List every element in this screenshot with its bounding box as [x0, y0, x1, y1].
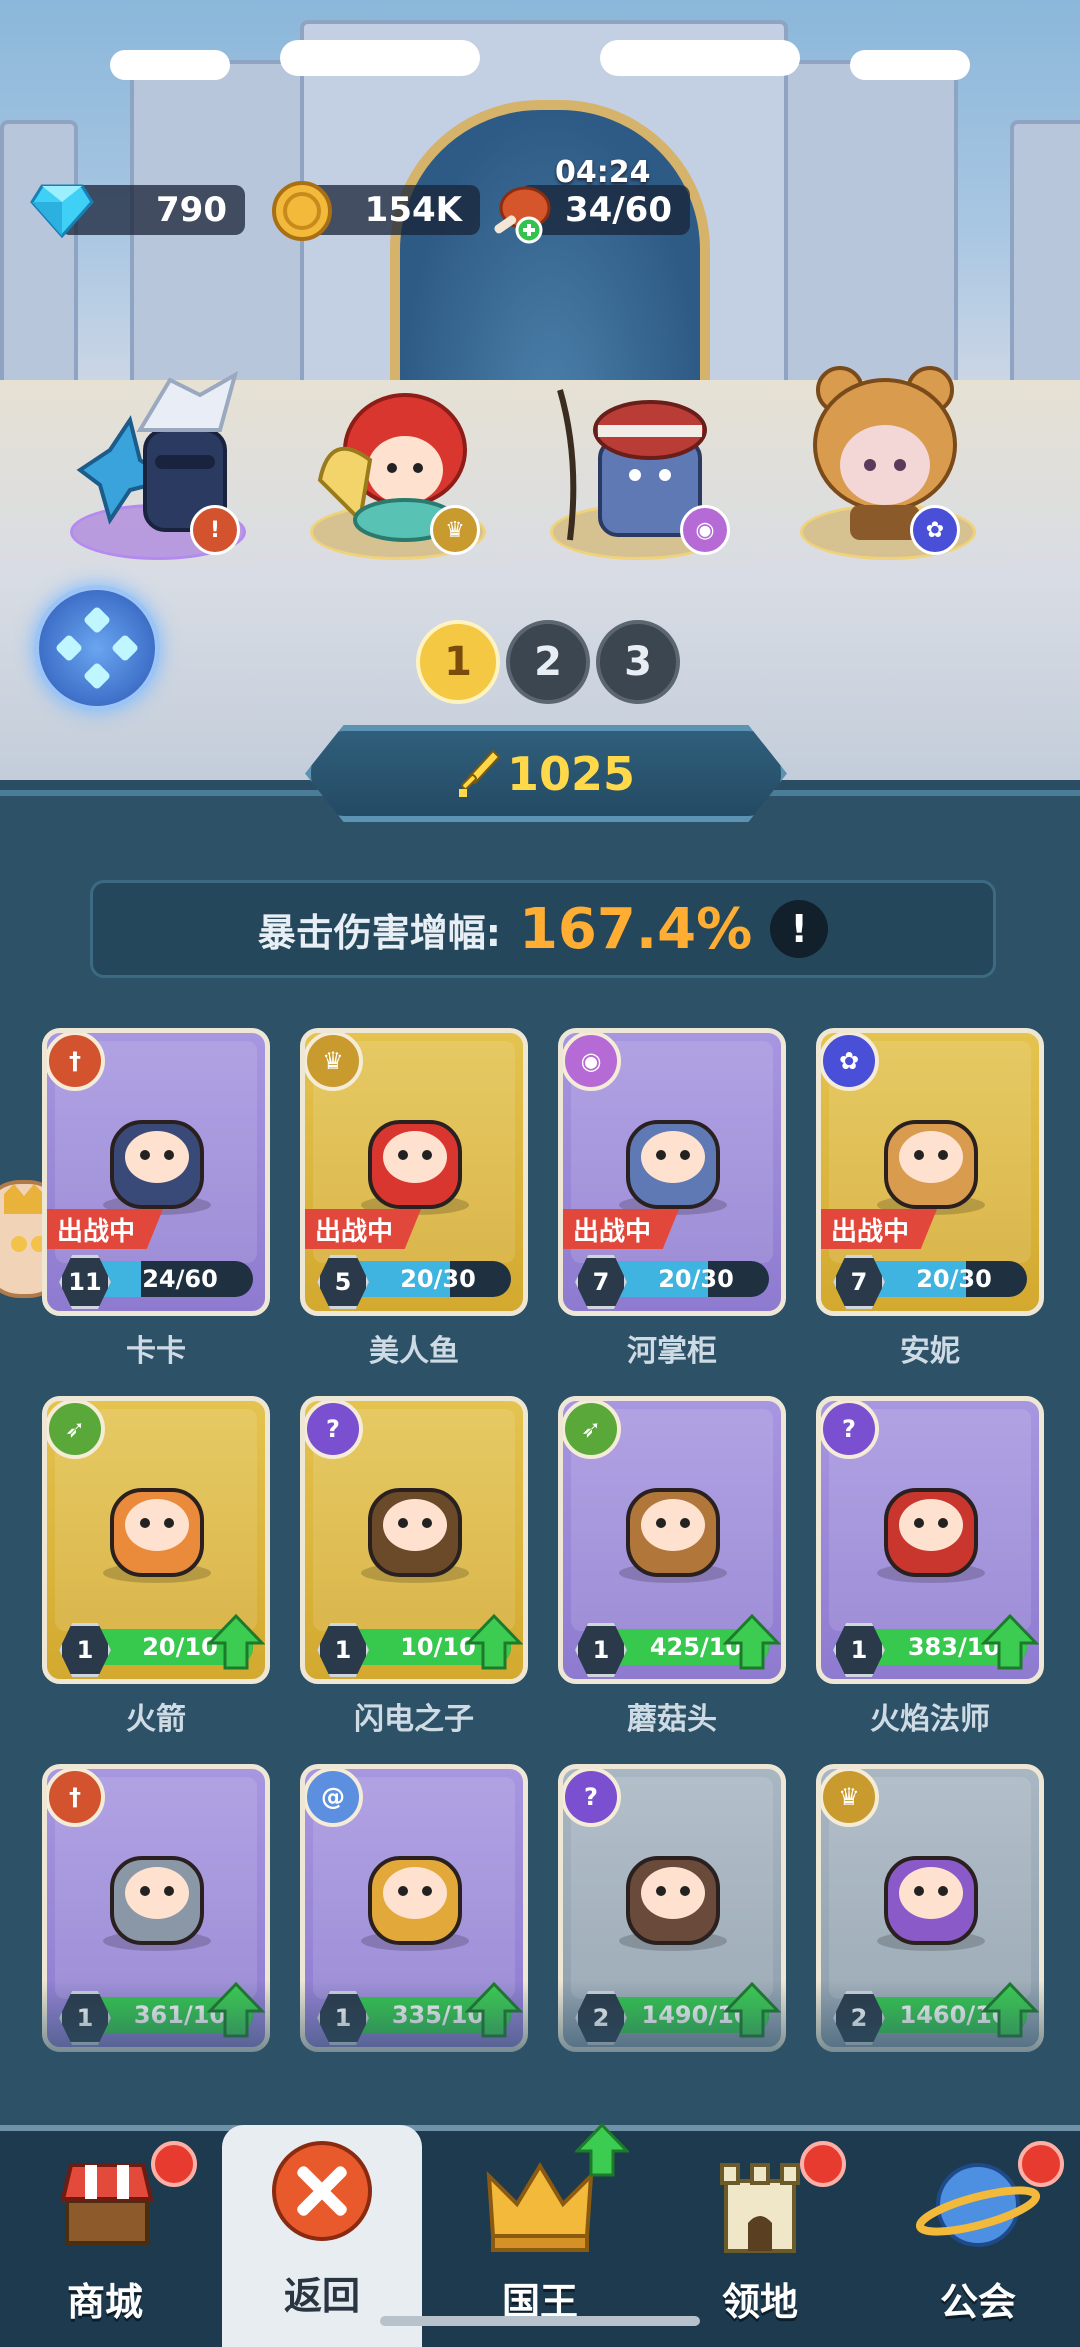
snow-patch — [110, 50, 230, 80]
upgrade-arrow-icon — [981, 1613, 1039, 1670]
upgrade-arrow-icon — [723, 1613, 781, 1670]
notification-dot — [151, 2141, 197, 2187]
nav-king[interactable]: 国王 — [440, 2123, 640, 2347]
shard-progress-text: 20/30 — [658, 1265, 734, 1293]
deployed-tag: 出战中 — [305, 1209, 422, 1249]
hero-name: 蘑菇头 — [627, 1702, 717, 1737]
hero-card[interactable]: † 出战中 24/60 11 — [42, 1028, 270, 1316]
shard-progress-text: 20/30 — [916, 1265, 992, 1293]
hero-name: 火焰法师 — [870, 1702, 990, 1737]
hero-portrait — [103, 1120, 211, 1215]
team-slot-4[interactable]: ✿ — [790, 340, 980, 570]
team-slot-1[interactable]: ! — [60, 340, 250, 570]
gem-count: 790 — [156, 190, 227, 230]
notification-dot — [800, 2141, 846, 2187]
nav-guild[interactable]: 公会 — [878, 2131, 1078, 2347]
hero-portrait — [361, 1856, 469, 1951]
hero-portrait — [877, 1488, 985, 1583]
list-fade — [0, 1980, 1080, 2130]
snow-patch — [600, 40, 800, 76]
meat-icon[interactable] — [485, 180, 555, 246]
nav-back-label: 返回 — [283, 2274, 360, 2318]
snow-patch — [850, 50, 970, 80]
stamina-count: 34/60 — [564, 190, 672, 230]
hero-name: 闪电之子 — [354, 1702, 474, 1737]
nav-shop[interactable]: 商城 — [5, 2131, 205, 2347]
sword-power-icon — [458, 749, 501, 797]
hero-portrait — [877, 1120, 985, 1215]
notification-dot — [1018, 2141, 1064, 2187]
nav-territory[interactable]: 领地 — [660, 2131, 860, 2347]
shop-icon — [60, 2163, 154, 2245]
shard-progress-text: 24/60 — [142, 1265, 218, 1293]
shard-progress-text: 20/30 — [400, 1265, 476, 1293]
coin-icon — [270, 180, 334, 242]
hero-name: 河掌柜 — [627, 1334, 717, 1369]
nav-back[interactable]: 返回 — [222, 2125, 422, 2347]
power-value: 1025 — [506, 746, 636, 801]
close-icon — [272, 2141, 372, 2241]
nav-shop-label: 商城 — [66, 2280, 143, 2324]
hero-portrait — [619, 1488, 727, 1583]
hero-card[interactable]: ♛ 出战中 20/30 5 — [300, 1028, 528, 1316]
crown-icon: ♛ — [430, 505, 480, 555]
info-icon[interactable]: ! — [770, 900, 829, 958]
hero-card[interactable]: ✿ 出战中 20/30 7 — [816, 1028, 1044, 1316]
deployed-tag: 出战中 — [563, 1209, 680, 1249]
diamond-grid-icon — [56, 607, 138, 689]
team-slot-2[interactable]: ♛ — [300, 340, 490, 570]
team-page-2[interactable]: 2 — [506, 620, 590, 704]
hero-portrait — [103, 1488, 211, 1583]
crit-damage-stat: 暴击伤害增幅: 167.4% ! — [90, 880, 996, 978]
team-page-1[interactable]: 1 — [416, 620, 500, 704]
hero-card[interactable]: ➶ 20/10 1 — [42, 1396, 270, 1684]
castle-wall-right — [1010, 120, 1080, 388]
hero-portrait — [103, 1856, 211, 1951]
hero-card[interactable]: ? 383/10 1 — [816, 1396, 1044, 1684]
paw-icon: ✿ — [910, 505, 960, 555]
hero-name: 火箭 — [126, 1702, 186, 1737]
eye-icon: ◉ — [680, 505, 730, 555]
hero-card[interactable]: ◉ 出战中 20/30 7 — [558, 1028, 786, 1316]
nav-guild-label: 公会 — [939, 2280, 1016, 2324]
hero-name: 安妮 — [900, 1334, 960, 1369]
coin-count: 154K — [364, 190, 462, 230]
hero-portrait — [877, 1856, 985, 1951]
hero-portrait — [361, 1120, 469, 1215]
team-skill-button[interactable] — [34, 585, 160, 711]
deployed-tag: 出战中 — [821, 1209, 938, 1249]
sword-icon: ! — [190, 505, 240, 555]
home-indicator[interactable] — [380, 2316, 700, 2326]
team-page-3[interactable]: 3 — [596, 620, 680, 704]
upgrade-arrow-icon — [465, 1613, 523, 1670]
stat-label: 暴击伤害增幅: — [257, 910, 501, 955]
hero-name: 美人鱼 — [369, 1334, 459, 1369]
upgrade-arrow-icon — [575, 2123, 629, 2177]
stat-value: 167.4% — [518, 896, 753, 962]
power-banner: 1025 — [305, 725, 787, 822]
hero-card[interactable]: ➶ 425/10 1 — [558, 1396, 786, 1684]
hero-name: 卡卡 — [126, 1334, 186, 1369]
hero-portrait — [619, 1856, 727, 1951]
upgrade-arrow-icon — [207, 1613, 265, 1670]
bottom-nav: 商城 返回 国王 领地 公会 — [0, 2123, 1080, 2347]
diamond-icon — [30, 180, 94, 240]
hero-card[interactable]: ? 10/10 1 — [300, 1396, 528, 1684]
team-slot-3[interactable]: ◉ — [540, 340, 730, 570]
castle-icon — [720, 2163, 800, 2253]
hero-portrait — [619, 1120, 727, 1215]
hero-portrait — [361, 1488, 469, 1583]
snow-patch — [280, 40, 480, 76]
deployed-tag: 出战中 — [47, 1209, 164, 1249]
